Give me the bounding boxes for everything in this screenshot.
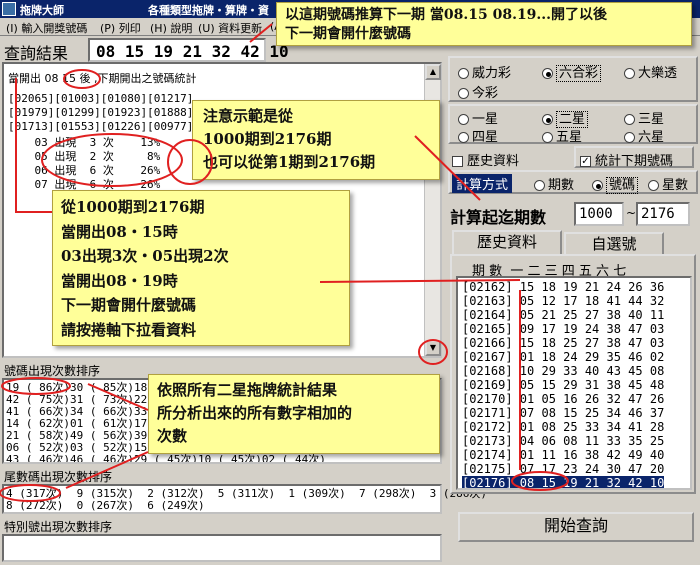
start-query-button[interactable]: 開始查詢 (458, 512, 694, 542)
period-to-input[interactable]: 2176 (636, 202, 690, 226)
result-line: [02065][01003][01080][01217] (8, 92, 194, 105)
history-row[interactable]: [02165] 09 17 19 24 38 47 03 (462, 322, 664, 336)
tail-freq-list[interactable]: 4 (317次) 9 (315次) 2 (312次) 5 (311次) 1 (3… (2, 484, 487, 514)
note-top: 以這期號碼推算下一期 當08.15 08.19...開了以後 下一期會開什麼號碼 (276, 2, 692, 46)
result-line: [01713][01553][01226][00977] (8, 120, 194, 133)
special-freq-list[interactable] (2, 534, 442, 562)
radio-selected-icon (592, 180, 603, 191)
radio-icon (458, 114, 469, 125)
history-row[interactable]: [02163] 05 12 17 18 41 44 32 (462, 294, 664, 308)
history-row[interactable]: [02172] 01 08 25 33 34 41 28 (462, 420, 664, 434)
history-row[interactable]: [02173] 04 06 08 11 33 35 25 (462, 434, 664, 448)
query-result-label: 查詢結果 (4, 44, 69, 63)
app-name: 拖牌大師 (20, 4, 64, 17)
radio-big-lotto[interactable]: 大樂透 (624, 62, 677, 81)
history-row[interactable]: [02175] 07 17 23 24 30 47 20 (462, 462, 664, 476)
result-line: 03 出現 3 次 13% (8, 136, 161, 149)
history-row[interactable]: [02176] 08 15 19 21 32 42 10 (462, 476, 665, 488)
radio-one-star[interactable]: 一星 (458, 108, 498, 127)
radio-by-star[interactable]: 星數 (648, 174, 688, 193)
radio-four-star[interactable]: 四星 (458, 126, 498, 145)
history-row[interactable]: [02166] 15 18 25 27 38 47 03 (462, 336, 664, 350)
period-from-input[interactable]: 1000 (574, 202, 624, 226)
radio-power-lotto[interactable]: 威力彩 (458, 62, 511, 81)
note-range: 注意示範是從 1000期到2176期 也可以從第1期到2176期 (192, 100, 440, 180)
scroll-up-icon[interactable]: ▲ (425, 64, 441, 80)
history-row[interactable]: [02164] 05 21 25 27 38 40 11 (462, 308, 664, 322)
history-row[interactable]: [02167] 01 18 24 29 35 46 02 (462, 350, 664, 364)
period-range-label: 計算起迄期數 (450, 208, 547, 227)
menu-help[interactable]: (H) 說明 (150, 20, 192, 36)
window-title: 各種類型拖牌・算牌・資 (148, 4, 269, 17)
history-list[interactable]: [02162] 15 18 19 21 24 26 36 [02163] 05 1… (456, 276, 692, 490)
radio-selected-icon (542, 114, 553, 125)
radio-icon (624, 68, 635, 79)
result-line: [01979][01299][01923][01888] (8, 106, 194, 119)
radio-icon (458, 88, 469, 99)
radio-icon (534, 180, 545, 191)
radio-five-star[interactable]: 五星 (542, 126, 582, 145)
app-icon (2, 2, 16, 16)
history-row[interactable]: [02162] 15 18 19 21 24 26 36 (462, 280, 664, 294)
radio-icon (458, 132, 469, 143)
result-line: 05 出現 2 次 8% (8, 150, 161, 163)
stats-checkbox[interactable]: ✓ 統計下期號碼 (574, 146, 694, 169)
game-type-group: 威力彩 六合彩 大樂透 今彩 (448, 56, 698, 102)
tab-custom[interactable]: 自選號 (564, 232, 664, 254)
star-type-group: 一星 二星 三星 四星 五星 六星 (448, 104, 698, 145)
menu-input-numbers[interactable]: (I) 輸入開獎號碼 (6, 20, 87, 36)
scroll-down-icon[interactable]: ▼ (425, 340, 441, 356)
radio-icon (648, 180, 659, 191)
history-row[interactable]: [02171] 07 08 15 25 34 46 37 (462, 406, 664, 420)
radio-selected-icon (542, 68, 553, 79)
calc-mode-group: 計算方式 期數 號碼 星數 (448, 170, 698, 194)
radio-three-star[interactable]: 三星 (624, 108, 664, 127)
history-row[interactable]: [02168] 10 29 33 40 43 45 08 (462, 364, 664, 378)
radio-by-number[interactable]: 號碼 (592, 174, 639, 194)
number-freq-title: 號碼出現次數排序 (4, 364, 101, 378)
radio-daily-cash[interactable]: 今彩 (458, 82, 498, 101)
checkbox-checked-icon: ✓ (580, 156, 591, 167)
radio-two-star[interactable]: 二星 (542, 108, 589, 128)
history-checkbox[interactable]: 歷史資料 (452, 150, 519, 169)
note-main: 從1000期到2176期 當開出08・15時 03出現3次・05出現2次 當開出… (52, 190, 350, 346)
menu-update[interactable]: (U) 資料更新 (198, 20, 262, 36)
radio-icon (542, 132, 553, 143)
radio-six-star[interactable]: 六星 (624, 126, 664, 145)
tail-line: 8 (272次) 0 (267次) 6 (249次) (6, 499, 205, 512)
query-numbers-field[interactable]: 08 15 19 21 32 42 10 (88, 38, 289, 62)
freq-line: 43 ( 46次)46 ( 46次)29 ( 45次)10 ( 45次)02 (… (6, 453, 326, 464)
special-freq-title: 特別號出現次數排序 (4, 520, 113, 534)
result-line: 06 出現 6 次 26% (8, 164, 161, 177)
tail-freq-title: 尾數碼出現次數排序 (4, 470, 113, 484)
history-row[interactable]: [02170] 01 05 16 26 32 47 26 (462, 392, 664, 406)
note-bottom: 依照所有二星拖牌統計結果 所分析出來的所有數字相加的 次數 (148, 374, 440, 454)
history-panel: 期 數 一 二 三 四 五 六 七 [02162] 15 18 19 21 24… (450, 254, 696, 494)
tab-history[interactable]: 歷史資料 (452, 230, 562, 254)
radio-mark-six[interactable]: 六合彩 (542, 62, 602, 82)
checkbox-icon (452, 156, 463, 167)
radio-icon (624, 114, 635, 125)
result-line: 當開出 08 15 後 ,下期開出之號碼統計 (8, 72, 197, 85)
radio-icon (458, 68, 469, 79)
period-range-separator: ~ (626, 206, 637, 220)
radio-icon (624, 132, 635, 143)
radio-by-period[interactable]: 期數 (534, 174, 574, 193)
history-row[interactable]: [02174] 01 11 16 38 42 49 40 (462, 448, 664, 462)
menu-print[interactable]: (P) 列印 (100, 20, 141, 36)
history-row[interactable]: [02169] 05 15 29 31 38 45 48 (462, 378, 664, 392)
calc-mode-label: 計算方式 (452, 174, 513, 193)
